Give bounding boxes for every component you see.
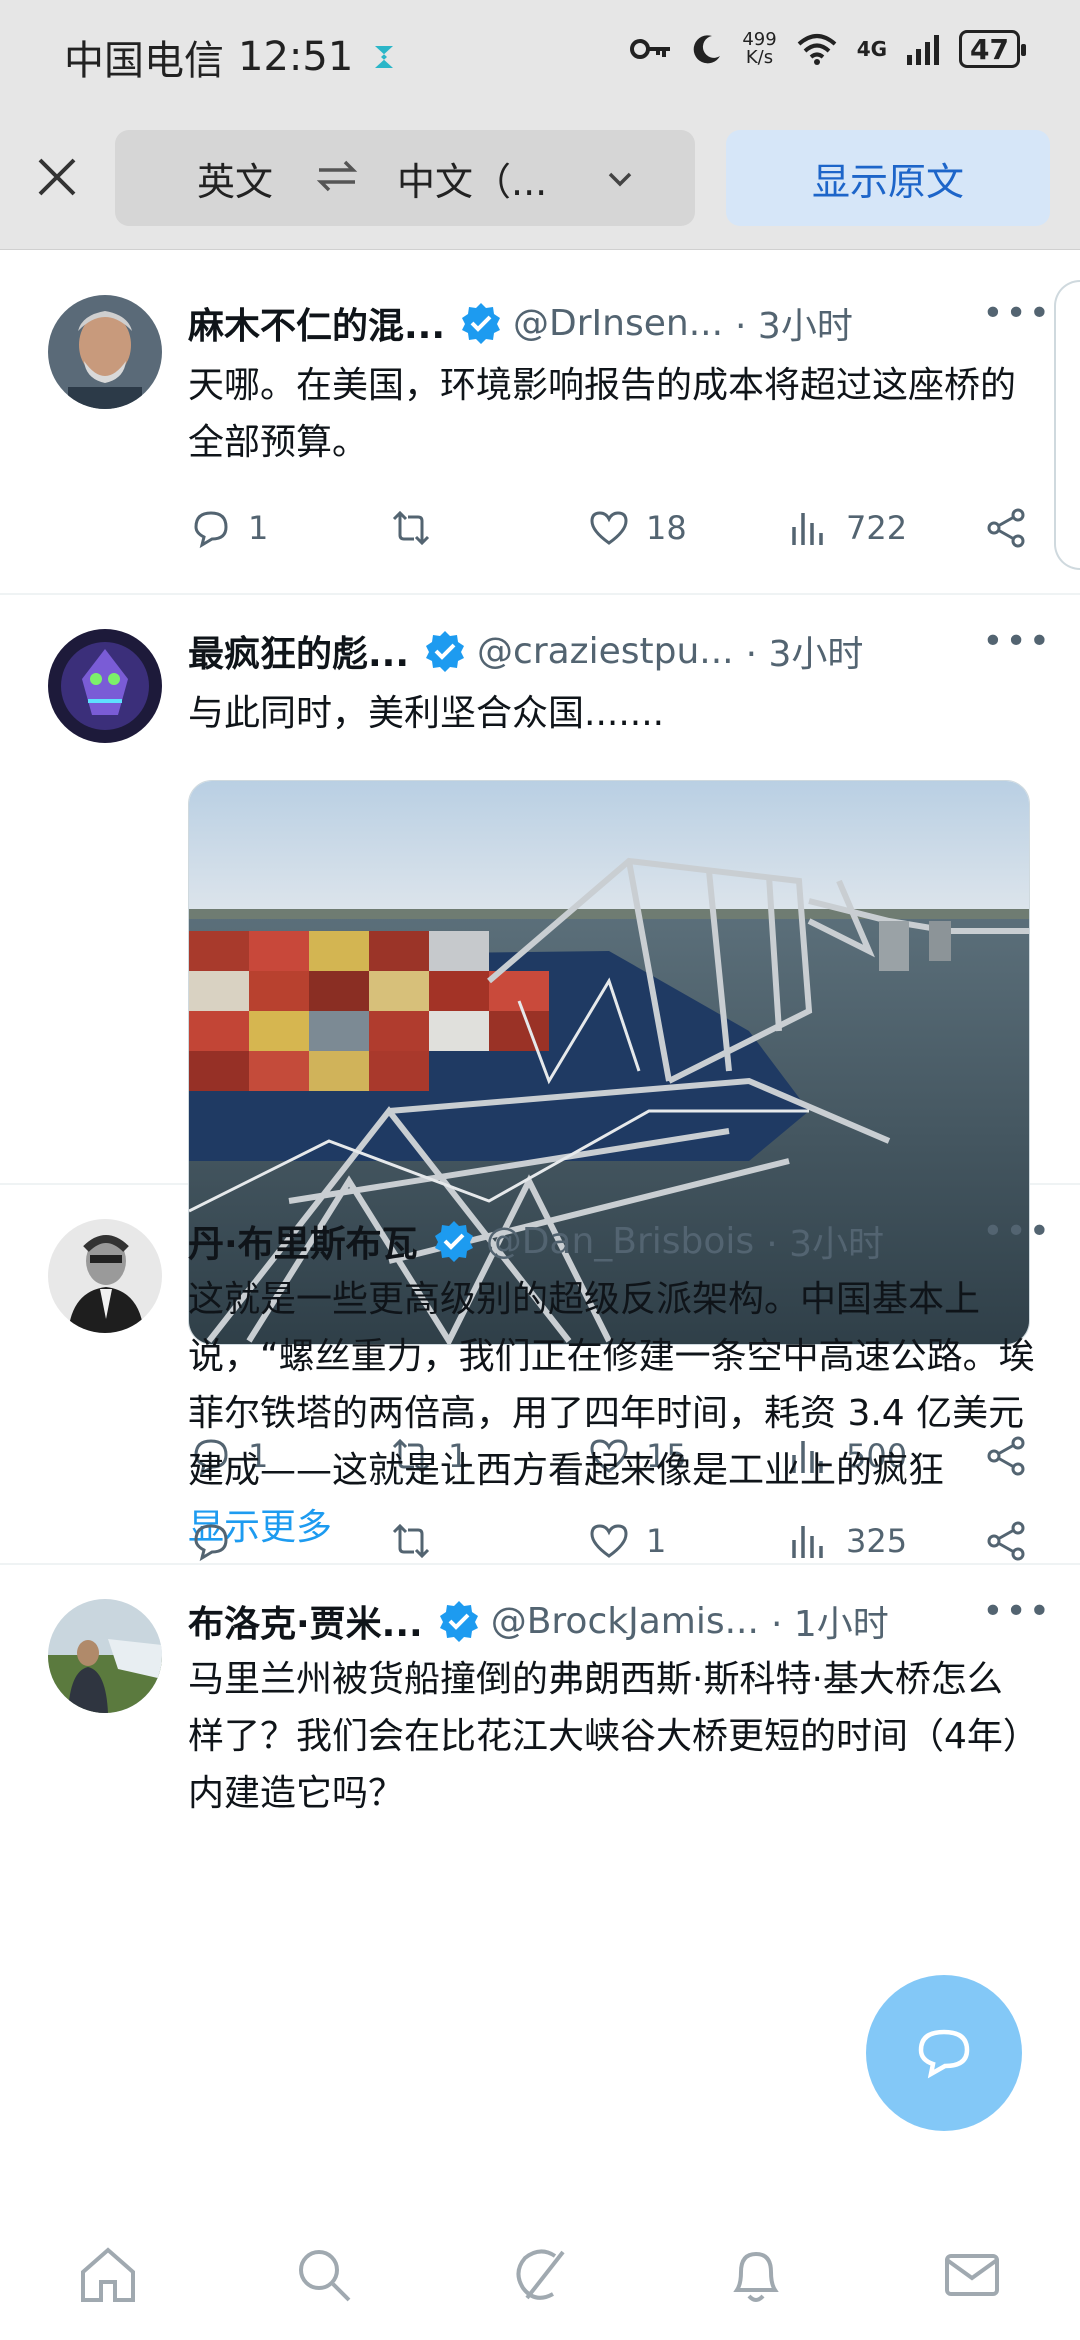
reply-button[interactable]: 1 — [188, 505, 268, 551]
tweet-text: 天哪。在美国，环境影响报告的成本将超过这座桥的全部预算。 — [188, 365, 1017, 463]
views-icon — [792, 513, 823, 545]
tweet-actions: 1 18 722 — [188, 505, 1038, 555]
language-selector[interactable]: 英文 中文（... — [115, 130, 695, 226]
share-button[interactable] — [984, 505, 1030, 551]
views-button[interactable]: 722 — [786, 505, 907, 551]
tweet[interactable]: 丹·布里斯布瓦 @Dan_Brisbois · 3小时 ••• 这就是一些更高级… — [0, 1185, 1080, 1565]
avatar-image — [48, 1599, 162, 1713]
more-icon[interactable]: ••• — [982, 1211, 1052, 1252]
avatar-image — [48, 629, 162, 743]
status-bar: 中国电信 12:51 499 K/s 4G 47 — [0, 0, 1080, 110]
network-type: 4G — [856, 37, 888, 61]
display-name[interactable]: 最疯狂的彪... — [188, 625, 409, 677]
show-original-button[interactable]: 显示原文 — [726, 130, 1050, 226]
more-icon[interactable]: ••• — [982, 1591, 1052, 1632]
like-button[interactable]: 1 — [586, 1518, 666, 1564]
retweet-button[interactable] — [388, 505, 448, 551]
tweet-header: 丹·布里斯布瓦 @Dan_Brisbois · 3小时 — [188, 1215, 884, 1267]
close-icon — [38, 158, 76, 196]
close-translate-button[interactable] — [32, 152, 82, 202]
like-icon — [590, 511, 628, 545]
status-right: 499 K/s 4G 47 — [630, 29, 1026, 68]
tweet[interactable]: 最疯狂的彪... @craziestpu... · 3小时 ••• 与此同时，美… — [0, 595, 1080, 1477]
wifi-icon — [797, 34, 837, 65]
tweet-body: 这就是一些更高级别的超级反派架构。中国基本上说，“螺丝重力，我们正在修建一条空中… — [188, 1279, 1035, 1491]
avatar-image — [48, 1219, 162, 1333]
tweet-text: 马里兰州被货船撞倒的弗朗西斯·斯科特·基大桥怎么样了？我们会在比花江大峡谷大桥更… — [188, 1659, 1021, 1814]
grok-icon[interactable] — [507, 2242, 573, 2308]
tweet-header: 最疯狂的彪... @craziestpu... · 3小时 — [188, 625, 863, 677]
views-icon — [792, 1526, 823, 1558]
view-count: 722 — [846, 509, 908, 547]
search-icon[interactable] — [291, 2242, 357, 2308]
tweet-text: 与此同时，美利坚合众国....... — [188, 693, 665, 734]
app-status-icon — [375, 46, 394, 68]
verified-icon — [439, 1601, 478, 1642]
signal-icon — [907, 35, 940, 65]
handle[interactable]: @DrInsen... — [513, 303, 723, 344]
tweet[interactable]: 麻木不仁的混... @DrInsen... · 3小时 ••• 天哪。在美国，环… — [0, 255, 1080, 595]
chevron-down-icon[interactable] — [605, 164, 635, 194]
views-button[interactable]: 325 — [786, 1518, 907, 1564]
moon-icon — [694, 35, 721, 64]
share-button[interactable] — [984, 1518, 1030, 1564]
handle[interactable]: @Dan_Brisbois — [486, 1221, 755, 1262]
target-language[interactable]: 中文（... — [397, 151, 547, 206]
verified-icon — [434, 1221, 473, 1262]
timeline-feed: 麻木不仁的混... @DrInsen... · 3小时 ••• 天哪。在美国，环… — [0, 255, 1080, 1865]
bottom-navigation — [0, 2210, 1080, 2340]
net-speed: 499 K/s — [742, 29, 777, 68]
like-count: 18 — [646, 509, 687, 547]
handle[interactable]: @BrockJamis... — [491, 1601, 759, 1642]
tweet-text: 这就是一些更高级别的超级反派架构。中国基本上说，“螺丝重力，我们正在修建一条空中… — [188, 1271, 1038, 1556]
view-count: 325 — [846, 1522, 908, 1560]
handle[interactable]: @craziestpu... — [477, 631, 734, 672]
tweet-actions: 1 325 — [188, 1518, 1038, 1568]
notifications-icon[interactable] — [723, 2242, 789, 2308]
display-name[interactable]: 布洛克·贾米... — [188, 1595, 423, 1647]
retweet-icon — [392, 1523, 430, 1559]
like-count: 1 — [646, 1522, 667, 1560]
avatar[interactable] — [48, 629, 162, 743]
display-name[interactable]: 麻木不仁的混... — [188, 297, 445, 349]
timestamp[interactable]: · 1小时 — [771, 1595, 889, 1647]
tweet[interactable]: 布洛克·贾米... @BrockJamis... · 1小时 ••• 马里兰州被… — [0, 1565, 1080, 1865]
verified-icon — [462, 303, 501, 344]
retweet-button[interactable] — [388, 1518, 448, 1564]
retweet-icon — [392, 510, 430, 546]
timestamp[interactable]: · 3小时 — [746, 625, 864, 677]
timestamp[interactable]: · 3小时 — [735, 297, 853, 349]
reply-count: 1 — [248, 509, 269, 547]
clock: 12:51 — [238, 34, 354, 80]
share-icon — [987, 508, 1025, 548]
status-left: 中国电信 12:51 — [64, 28, 401, 86]
avatar[interactable] — [48, 1599, 162, 1713]
translate-bar: 英文 中文（... 显示原文 — [0, 110, 1080, 250]
avatar[interactable] — [48, 1219, 162, 1333]
carrier-label: 中国电信 — [64, 38, 224, 84]
like-icon — [590, 1524, 628, 1558]
more-icon[interactable]: ••• — [982, 621, 1052, 662]
tweet-header: 布洛克·贾米... @BrockJamis... · 1小时 — [188, 1595, 889, 1647]
tweet-header: 麻木不仁的混... @DrInsen... · 3小时 — [188, 297, 853, 349]
verified-icon — [426, 631, 465, 672]
key-icon — [630, 39, 671, 59]
reply-button[interactable] — [188, 1518, 248, 1564]
avatar[interactable] — [48, 295, 162, 409]
like-button[interactable]: 18 — [586, 505, 687, 551]
messages-icon[interactable] — [939, 2242, 1005, 2308]
compose-icon — [918, 2029, 970, 2079]
source-language[interactable]: 英文 — [197, 151, 273, 206]
reply-icon — [194, 511, 228, 549]
reply-icon — [194, 1524, 228, 1562]
home-icon[interactable] — [75, 2242, 141, 2308]
swap-icon[interactable] — [315, 156, 359, 196]
battery-indicator: 47 — [959, 30, 1026, 68]
avatar-image — [48, 295, 162, 409]
timestamp[interactable]: · 3小时 — [766, 1215, 884, 1267]
share-icon — [987, 1521, 1025, 1561]
compose-button[interactable] — [866, 1975, 1022, 2131]
display-name[interactable]: 丹·布里斯布瓦 — [188, 1215, 418, 1267]
more-icon[interactable]: ••• — [982, 293, 1052, 334]
